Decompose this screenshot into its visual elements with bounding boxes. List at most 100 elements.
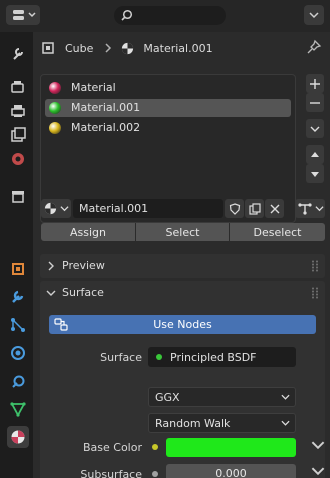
surface-shader-field[interactable]: Principled BSDF: [148, 347, 296, 367]
tab-physics[interactable]: [7, 342, 29, 364]
assign-button[interactable]: Assign: [41, 223, 135, 241]
pin-icon: [307, 39, 322, 54]
view-layer-icon: [11, 127, 26, 142]
surface-panel: Surface Use Nodes Surface Principled BSD…: [40, 281, 325, 478]
chevron-down-icon: [315, 206, 324, 212]
subsurface-socket-icon[interactable]: [152, 471, 158, 477]
base-color-link-button[interactable]: [311, 438, 325, 452]
use-nodes-button[interactable]: Use Nodes: [49, 315, 316, 334]
tab-object[interactable]: [7, 258, 29, 280]
object-icon: [42, 42, 54, 54]
properties-header: [0, 0, 330, 32]
tab-particles[interactable]: [7, 314, 29, 336]
preview-panel-header[interactable]: Preview: [40, 254, 325, 278]
shader-socket-icon: [156, 354, 162, 360]
mesh-data-icon: [10, 402, 26, 417]
drag-handle[interactable]: [311, 287, 319, 299]
browse-material-button[interactable]: [41, 199, 71, 218]
subsurface-link-button[interactable]: [311, 464, 325, 478]
select-label: Select: [165, 225, 200, 239]
tab-data[interactable]: [7, 398, 29, 420]
material-name-value: Material.001: [79, 202, 149, 215]
tab-scene[interactable]: [7, 148, 29, 170]
render-icon: [11, 81, 24, 93]
material-name-field[interactable]: Material.001: [73, 199, 223, 218]
triangle-down-icon: [311, 171, 319, 177]
add-slot-button[interactable]: [306, 74, 324, 93]
chevron-right-icon: [48, 261, 54, 271]
search-field[interactable]: [114, 6, 226, 25]
base-color-swatch[interactable]: [166, 438, 296, 457]
base-color-label: Base Color: [82, 441, 142, 454]
node-tree-icon: [298, 203, 312, 215]
tab-constraints[interactable]: [7, 370, 29, 392]
chevron-down-icon: [309, 12, 319, 19]
output-icon: [11, 105, 25, 117]
material-icon: [44, 202, 57, 215]
subsurface-field[interactable]: 0.000: [166, 464, 296, 478]
distribution-dropdown[interactable]: GGX: [148, 387, 296, 407]
duplicate-material-button[interactable]: [245, 199, 264, 218]
plus-icon: [310, 78, 320, 89]
chevron-down-icon[interactable]: [46, 288, 56, 298]
chevron-down-icon: [310, 126, 320, 132]
material-slot-label: Material.001: [71, 101, 141, 114]
chevron-down-icon: [311, 441, 325, 450]
wrench-icon: [12, 290, 24, 303]
breadcrumb: Cube Material.001: [41, 40, 301, 56]
material-slot-label: Material: [71, 81, 116, 94]
subsurface-label: Subsurface: [80, 468, 142, 478]
material-slot-label: Material.002: [71, 121, 141, 134]
select-button[interactable]: Select: [136, 223, 229, 241]
move-slot-down-button[interactable]: [306, 164, 324, 183]
chevron-down-icon: [281, 420, 290, 426]
material-icon: [122, 42, 134, 54]
constraints-icon: [12, 375, 25, 388]
use-nodes-label: Use Nodes: [153, 318, 212, 331]
properties-editor-icon: [13, 10, 36, 20]
node-link-button[interactable]: [295, 199, 325, 218]
drag-handle[interactable]: [311, 260, 319, 272]
minus-icon: [310, 101, 320, 104]
slot-specials-button[interactable]: [306, 119, 324, 138]
surface-panel-title: Surface: [62, 286, 104, 299]
chevron-down-icon: [281, 394, 290, 400]
material-slot-item[interactable]: Material.002: [45, 119, 291, 137]
subsurface-value: 0.000: [215, 467, 247, 478]
tab-world[interactable]: [7, 186, 29, 208]
tab-modifiers[interactable]: [7, 286, 29, 308]
material-slot-item[interactable]: Material.001: [45, 99, 291, 117]
material-properties-panel: Cube Material.001 Material Material.001 Ma…: [33, 32, 330, 478]
pin-button[interactable]: [306, 39, 322, 55]
shield-icon: [229, 202, 240, 215]
base-color-socket-icon[interactable]: [152, 444, 158, 450]
material-icon: [11, 430, 25, 444]
duplicate-icon: [248, 202, 261, 215]
chevron-right-icon: [105, 43, 112, 53]
deselect-label: Deselect: [253, 225, 302, 239]
subsurface-method-value: Random Walk: [155, 416, 231, 430]
material-slot-item[interactable]: Material: [45, 79, 291, 97]
unlink-material-button[interactable]: [265, 199, 284, 218]
node-tree-icon: [54, 318, 68, 331]
tab-material[interactable]: [7, 426, 29, 448]
world-icon: [12, 191, 24, 203]
tab-view-layer[interactable]: [7, 124, 29, 146]
material-ball-icon: [49, 82, 61, 94]
chevron-down-icon: [60, 206, 69, 212]
move-slot-up-button[interactable]: [306, 145, 324, 164]
editor-type-button[interactable]: [6, 5, 40, 25]
object-icon: [12, 263, 24, 275]
subsurface-method-dropdown[interactable]: Random Walk: [148, 413, 296, 433]
preview-panel-title: Preview: [62, 259, 105, 272]
surface-label: Surface: [100, 351, 142, 364]
tab-tool[interactable]: [7, 42, 29, 64]
tab-render[interactable]: [7, 76, 29, 98]
tab-output[interactable]: [7, 100, 29, 122]
options-button[interactable]: [304, 5, 324, 25]
remove-slot-button[interactable]: [306, 93, 324, 112]
deselect-button[interactable]: Deselect: [230, 223, 325, 241]
surface-shader-value: Principled BSDF: [170, 350, 257, 364]
material-ball-icon: [49, 122, 61, 134]
fake-user-button[interactable]: [225, 199, 244, 218]
